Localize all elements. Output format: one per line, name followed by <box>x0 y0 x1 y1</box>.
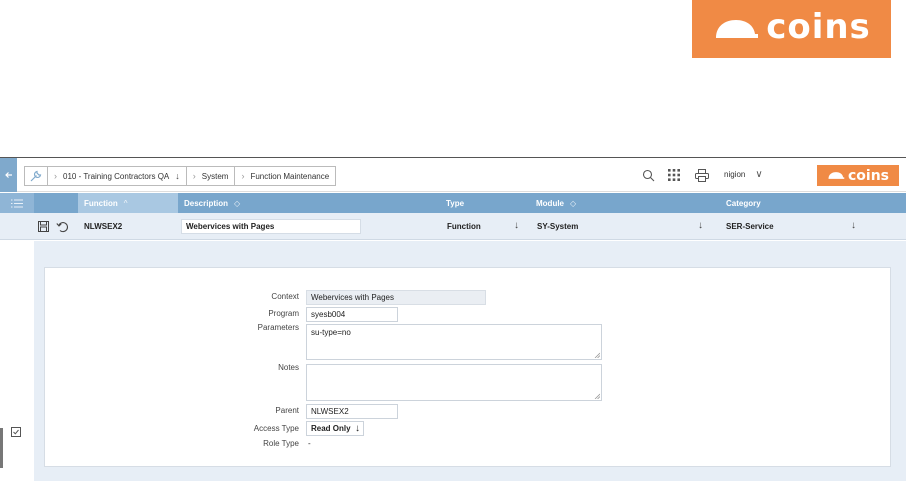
type-dropdown-icon[interactable]: ↓ <box>514 220 519 231</box>
table-row[interactable]: NLWSEX2 Webervices with Pages Function ↓… <box>0 213 906 240</box>
parameters-value: su-type=no <box>311 328 351 337</box>
breadcrumb-function-maintenance-label: Function Maintenance <box>250 171 330 181</box>
parent-label-wrap: Parent <box>45 406 299 418</box>
apps-button[interactable] <box>666 167 682 183</box>
helmet-icon <box>716 20 759 38</box>
grid-icon <box>668 169 680 181</box>
breadcrumb-system[interactable]: › System <box>186 166 236 186</box>
column-header-label: Description <box>184 198 229 208</box>
access-type-select[interactable]: Read Only ↓ <box>306 421 364 436</box>
grid-header: Function ^ Description ◇ Type Module ◇ C… <box>0 193 906 213</box>
back-arrow-icon <box>4 172 12 178</box>
column-header-label: Function <box>84 198 118 208</box>
column-header-description[interactable]: Description ◇ <box>178 193 440 213</box>
column-header-type[interactable]: Type <box>440 193 530 213</box>
access-type-label: Access Type <box>253 424 299 433</box>
chevron-down-icon: ∨ <box>755 169 763 180</box>
parent-input[interactable]: NLWSEX2 <box>306 404 398 419</box>
chevron-right-icon: › <box>54 171 57 181</box>
role-type-label-wrap: Role Type <box>45 439 299 451</box>
parameters-label: Parameters <box>257 323 299 332</box>
context-label-wrap: Context <box>45 292 299 304</box>
app-window: › 010 - Training Contractors QA ↓ › Syst… <box>0 157 906 481</box>
sort-icon: ◇ <box>570 198 577 208</box>
arrow-down-icon: ↓ <box>355 423 360 434</box>
wrench-icon <box>30 170 42 182</box>
access-type-value: Read Only <box>311 424 351 433</box>
coins-logo: coins <box>692 0 891 58</box>
notes-textarea[interactable] <box>306 364 602 401</box>
undo-icon <box>56 221 69 232</box>
detail-panel: Context Webervices with Pages Program sy… <box>34 241 906 481</box>
back-button[interactable] <box>0 158 17 192</box>
category-select[interactable]: SER-Service <box>726 213 774 240</box>
save-icon <box>38 221 49 232</box>
sort-asc-icon: ^ <box>123 198 128 208</box>
column-header-label: Module <box>536 198 564 208</box>
logo-small-text: coins <box>847 167 889 184</box>
notes-label-wrap: Notes <box>45 363 299 375</box>
resize-handle-icon[interactable] <box>594 393 600 399</box>
print-button[interactable] <box>694 167 710 183</box>
print-icon <box>695 168 709 182</box>
column-header-category[interactable]: Category <box>720 193 900 213</box>
chevron-right-icon: › <box>241 171 245 181</box>
parameters-label-wrap: Parameters <box>45 323 299 335</box>
module-select[interactable]: SY-System <box>537 213 578 240</box>
parameters-textarea[interactable]: su-type=no <box>306 324 602 360</box>
left-gutter <box>0 241 34 481</box>
breadcrumb-function-maintenance[interactable]: › Function Maintenance <box>235 166 337 186</box>
column-header-label: Category <box>726 198 761 208</box>
breadcrumb: › 010 - Training Contractors QA ↓ › Syst… <box>24 166 337 186</box>
program-label-wrap: Program <box>45 309 299 321</box>
breadcrumb-system-label: System <box>201 171 229 181</box>
chevron-right-icon: › <box>192 171 196 181</box>
column-header-module[interactable]: Module ◇ <box>530 193 720 213</box>
parent-label: Parent <box>275 406 299 415</box>
breadcrumb-company[interactable]: › 010 - Training Contractors QA ↓ <box>48 166 187 186</box>
search-button[interactable] <box>640 167 656 183</box>
program-input[interactable]: syesb004 <box>306 307 398 322</box>
column-menu-button[interactable] <box>0 193 34 213</box>
edit-checkbox-icon[interactable] <box>11 427 21 437</box>
top-toolbar: › 010 - Training Contractors QA ↓ › Syst… <box>0 158 906 192</box>
breadcrumb-company-label: 010 - Training Contractors QA <box>63 171 170 181</box>
logo-text: coins <box>766 7 871 47</box>
program-label: Program <box>268 309 299 318</box>
save-row-button[interactable] <box>38 213 49 240</box>
context-field: Webervices with Pages <box>306 290 486 305</box>
arrow-down-icon[interactable]: ↓ <box>175 171 180 181</box>
undo-row-button[interactable] <box>56 213 69 240</box>
type-select[interactable]: Function <box>447 213 481 240</box>
notes-label: Notes <box>278 363 299 372</box>
description-input[interactable]: Webervices with Pages <box>181 219 361 234</box>
coins-logo-small: coins <box>817 165 899 186</box>
search-icon <box>642 169 654 181</box>
tools-button[interactable] <box>24 166 48 186</box>
column-header-function[interactable]: Function ^ <box>78 193 178 213</box>
resize-handle-icon[interactable] <box>594 352 600 358</box>
sort-icon: ◇ <box>234 198 241 208</box>
context-label: Context <box>271 292 299 301</box>
detail-form: Context Webervices with Pages Program sy… <box>44 267 891 467</box>
list-icon <box>11 199 23 207</box>
user-name: nigion <box>724 170 746 179</box>
module-dropdown-icon[interactable]: ↓ <box>698 220 703 231</box>
user-menu[interactable]: nigion ∨ <box>724 169 763 180</box>
column-header-label: Type <box>446 198 465 208</box>
scroll-handle[interactable] <box>0 428 3 468</box>
access-type-label-wrap: Access Type <box>45 424 299 436</box>
role-type-value: - <box>308 439 311 448</box>
function-cell: NLWSEX2 <box>84 222 123 231</box>
category-dropdown-icon[interactable]: ↓ <box>851 220 856 231</box>
helmet-icon <box>828 172 845 179</box>
role-type-label: Role Type <box>263 439 299 448</box>
